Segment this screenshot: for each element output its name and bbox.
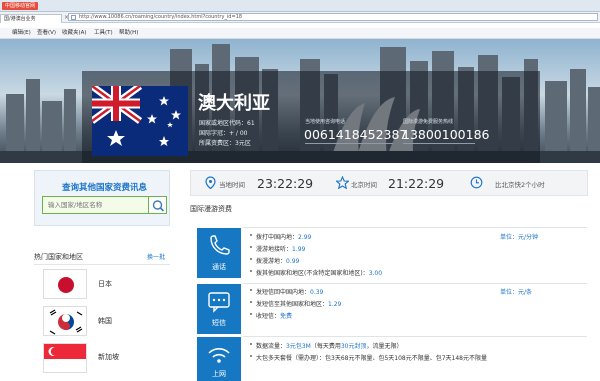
hotline-underline <box>305 143 393 144</box>
service-hotline-label: 国际漫游免费服务热线 <box>403 119 454 125</box>
japan-flag[interactable] <box>43 269 87 299</box>
menu-help[interactable]: 帮助(H) <box>119 28 138 39</box>
fee-line: 数据流量：3元包3M（每天费用30元封顶，流量无限） <box>250 341 403 350</box>
phone-icon <box>210 235 230 255</box>
message-icon <box>208 292 230 313</box>
divider <box>34 264 170 265</box>
fee-line: 发短信回中国内地：0.39 <box>250 287 323 296</box>
country-banner <box>0 39 600 163</box>
close-icon[interactable]: × <box>64 14 69 22</box>
clock-icon <box>470 176 483 189</box>
browser-tabbar: 中国移动官网 <box>0 0 600 12</box>
menu-tools[interactable]: 工具(T) <box>94 28 113 39</box>
star-icon <box>336 176 349 189</box>
list-item[interactable]: 新加坡 <box>98 352 119 362</box>
search-title: 查询其他国家资费讯息 <box>62 183 148 193</box>
refresh-link[interactable]: 换一批 <box>147 252 165 261</box>
fee-line: 漫游地接听：1.99 <box>250 244 305 253</box>
menu-view[interactable]: 查看(V) <box>37 28 56 39</box>
service-hotline-number: 13800100186 <box>402 127 490 142</box>
data-fee-tile: 上网 <box>197 337 241 381</box>
international-prefix: 国际字冠：+ / 00 <box>199 130 248 137</box>
fee-line: 拨漫游地：0.99 <box>250 256 299 265</box>
url-text: http://www.10086.cn/roaming/country/inde… <box>79 14 243 20</box>
country-name: 澳大利亚 <box>198 93 270 114</box>
list-item[interactable]: 日本 <box>98 279 112 289</box>
sms-unit: 单位：元/条 <box>500 289 533 296</box>
menu-bar: 编辑(E) 查看(V) 收藏夹(A) 工具(T) 帮助(H) <box>0 28 600 39</box>
country-code: 国家或地区代码：61 <box>199 120 255 127</box>
tariff-zone: 所属资费区：3元区 <box>199 140 251 147</box>
fee-line: 拨打中国内地：2.99 <box>250 232 311 241</box>
call-fee-tile: 通话 <box>197 228 241 278</box>
fee-line: 大包多天套餐（需办理）：包3天68元不限量、包5天108元不限量、包7天148元… <box>250 353 487 362</box>
sms-label: 短信 <box>212 319 226 327</box>
korea-flag[interactable] <box>43 306 87 336</box>
menu-edit[interactable]: 编辑(E) <box>12 28 31 39</box>
search-icon <box>152 200 165 212</box>
singapore-flag[interactable] <box>43 343 87 373</box>
list-item[interactable]: 韩国 <box>98 316 112 326</box>
divider <box>243 227 587 228</box>
address-bar-row: ☆ http://www.10086.cn/roaming/country/in… <box>0 12 600 23</box>
location-pin-icon <box>205 176 216 189</box>
local-time-value: 23:22:29 <box>257 176 314 191</box>
menu-favorites[interactable]: 收藏夹(A) <box>62 28 87 39</box>
sms-fee-tile: 短信 <box>197 284 241 334</box>
tab-title: 国/港澳台业务 <box>4 16 36 22</box>
hotline-underline <box>403 143 475 144</box>
call-label: 通话 <box>212 263 226 271</box>
call-unit: 单位：元/分钟 <box>500 234 539 241</box>
search-button[interactable] <box>148 196 167 214</box>
local-hotline-label: 当地使用咨询电话 <box>305 119 346 125</box>
fee-line: 收短信：免费 <box>250 311 292 320</box>
section-title: 国际漫游资费 <box>190 205 232 213</box>
fee-line: 发短信至其他国家和地区：1.29 <box>250 299 341 308</box>
carrier-badge[interactable]: 中国移动官网 <box>2 2 39 10</box>
fee-line: 拨其他国家和地区(不含特定国家和地区)：3.00 <box>250 268 382 277</box>
search-input[interactable] <box>42 196 150 214</box>
hot-countries-title: 热门国家和地区 <box>34 253 83 261</box>
divider <box>243 336 587 337</box>
browser-tab[interactable]: 国/港澳台业务 <box>0 14 62 23</box>
time-difference: 比北京快2个小时 <box>495 181 545 189</box>
data-label: 上网 <box>212 370 226 378</box>
australia-flag <box>92 86 188 156</box>
url-field[interactable]: http://www.10086.cn/roaming/country/inde… <box>68 13 598 21</box>
page-icon <box>71 15 76 20</box>
local-time-label: 当地时间 <box>219 181 245 189</box>
wifi-icon <box>208 348 230 363</box>
local-hotline-number: 0061418452387 <box>304 127 408 142</box>
beijing-time-label: 北京时间 <box>351 181 377 189</box>
beijing-time-value: 21:22:29 <box>388 176 445 191</box>
divider <box>243 283 587 284</box>
